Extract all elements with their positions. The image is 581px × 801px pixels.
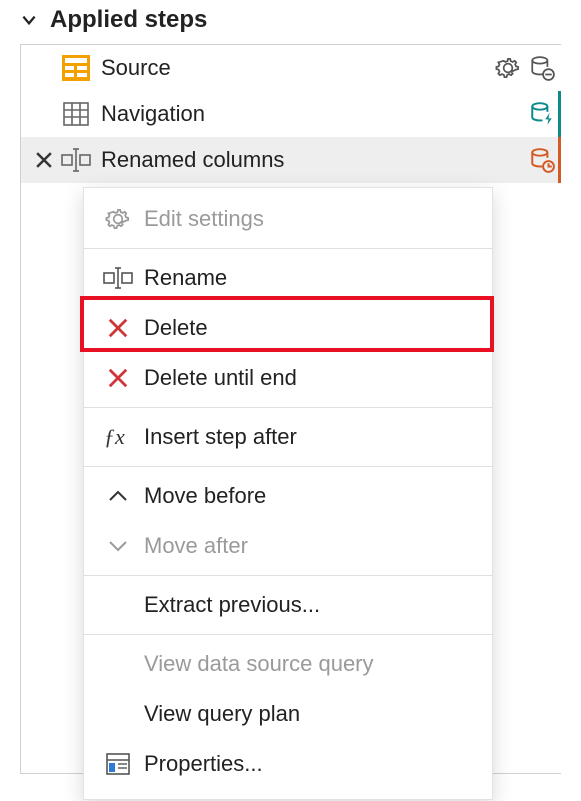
gear-icon	[98, 206, 138, 232]
menu-rename[interactable]: Rename	[84, 253, 492, 303]
step-row-navigation[interactable]: Navigation	[21, 91, 561, 137]
menu-label: Insert step after	[144, 424, 297, 450]
table-source-icon	[59, 55, 93, 81]
delete-x-icon	[98, 367, 138, 389]
menu-delete[interactable]: Delete	[84, 303, 492, 353]
properties-icon	[98, 752, 138, 776]
menu-label: Move before	[144, 483, 266, 509]
chevron-down-icon	[98, 538, 138, 554]
menu-move-before[interactable]: Move before	[84, 471, 492, 521]
menu-label: Move after	[144, 533, 248, 559]
table-icon	[59, 101, 93, 127]
step-stripe	[558, 45, 561, 91]
step-label: Renamed columns	[101, 147, 529, 173]
applied-steps-panel: Source Navigation	[20, 44, 561, 774]
menu-insert-step-after[interactable]: ƒx Insert step after	[84, 412, 492, 462]
database-minus-icon[interactable]	[529, 55, 555, 81]
delete-step-button[interactable]	[29, 149, 59, 171]
menu-delete-until-end[interactable]: Delete until end	[84, 353, 492, 403]
context-menu: Edit settings Rename Delete Delete until…	[83, 187, 493, 800]
menu-separator	[84, 466, 492, 467]
menu-label: Properties...	[144, 751, 263, 777]
svg-text:ƒx: ƒx	[104, 425, 125, 449]
delete-x-icon	[98, 317, 138, 339]
menu-label: Rename	[144, 265, 227, 291]
chevron-up-icon	[98, 488, 138, 504]
menu-extract-previous[interactable]: Extract previous...	[84, 580, 492, 630]
step-row-renamed-columns[interactable]: Renamed columns	[21, 137, 561, 183]
menu-move-after: Move after	[84, 521, 492, 571]
step-row-source[interactable]: Source	[21, 45, 561, 91]
rename-icon	[98, 267, 138, 289]
step-stripe	[558, 137, 561, 183]
menu-label: View data source query	[144, 651, 374, 677]
database-bolt-icon[interactable]	[529, 101, 555, 127]
menu-separator	[84, 407, 492, 408]
step-label: Source	[101, 55, 495, 81]
menu-separator	[84, 248, 492, 249]
database-clock-icon[interactable]	[529, 147, 555, 173]
menu-view-query-plan[interactable]: View query plan	[84, 689, 492, 739]
fx-icon: ƒx	[98, 425, 138, 449]
section-title: Applied steps	[50, 6, 207, 34]
step-label: Navigation	[101, 101, 529, 127]
menu-edit-settings: Edit settings	[84, 194, 492, 244]
menu-view-data-source-query: View data source query	[84, 639, 492, 689]
menu-label: Delete until end	[144, 365, 297, 391]
rename-column-icon	[59, 147, 93, 173]
menu-properties[interactable]: Properties...	[84, 739, 492, 789]
menu-separator	[84, 575, 492, 576]
menu-label: Edit settings	[144, 206, 264, 232]
step-stripe	[558, 91, 561, 137]
menu-separator	[84, 634, 492, 635]
menu-label: Delete	[144, 315, 208, 341]
section-header[interactable]: Applied steps	[0, 0, 581, 40]
menu-label: Extract previous...	[144, 592, 320, 618]
gear-icon[interactable]	[495, 55, 521, 81]
chevron-down-icon	[20, 11, 38, 29]
menu-label: View query plan	[144, 701, 300, 727]
